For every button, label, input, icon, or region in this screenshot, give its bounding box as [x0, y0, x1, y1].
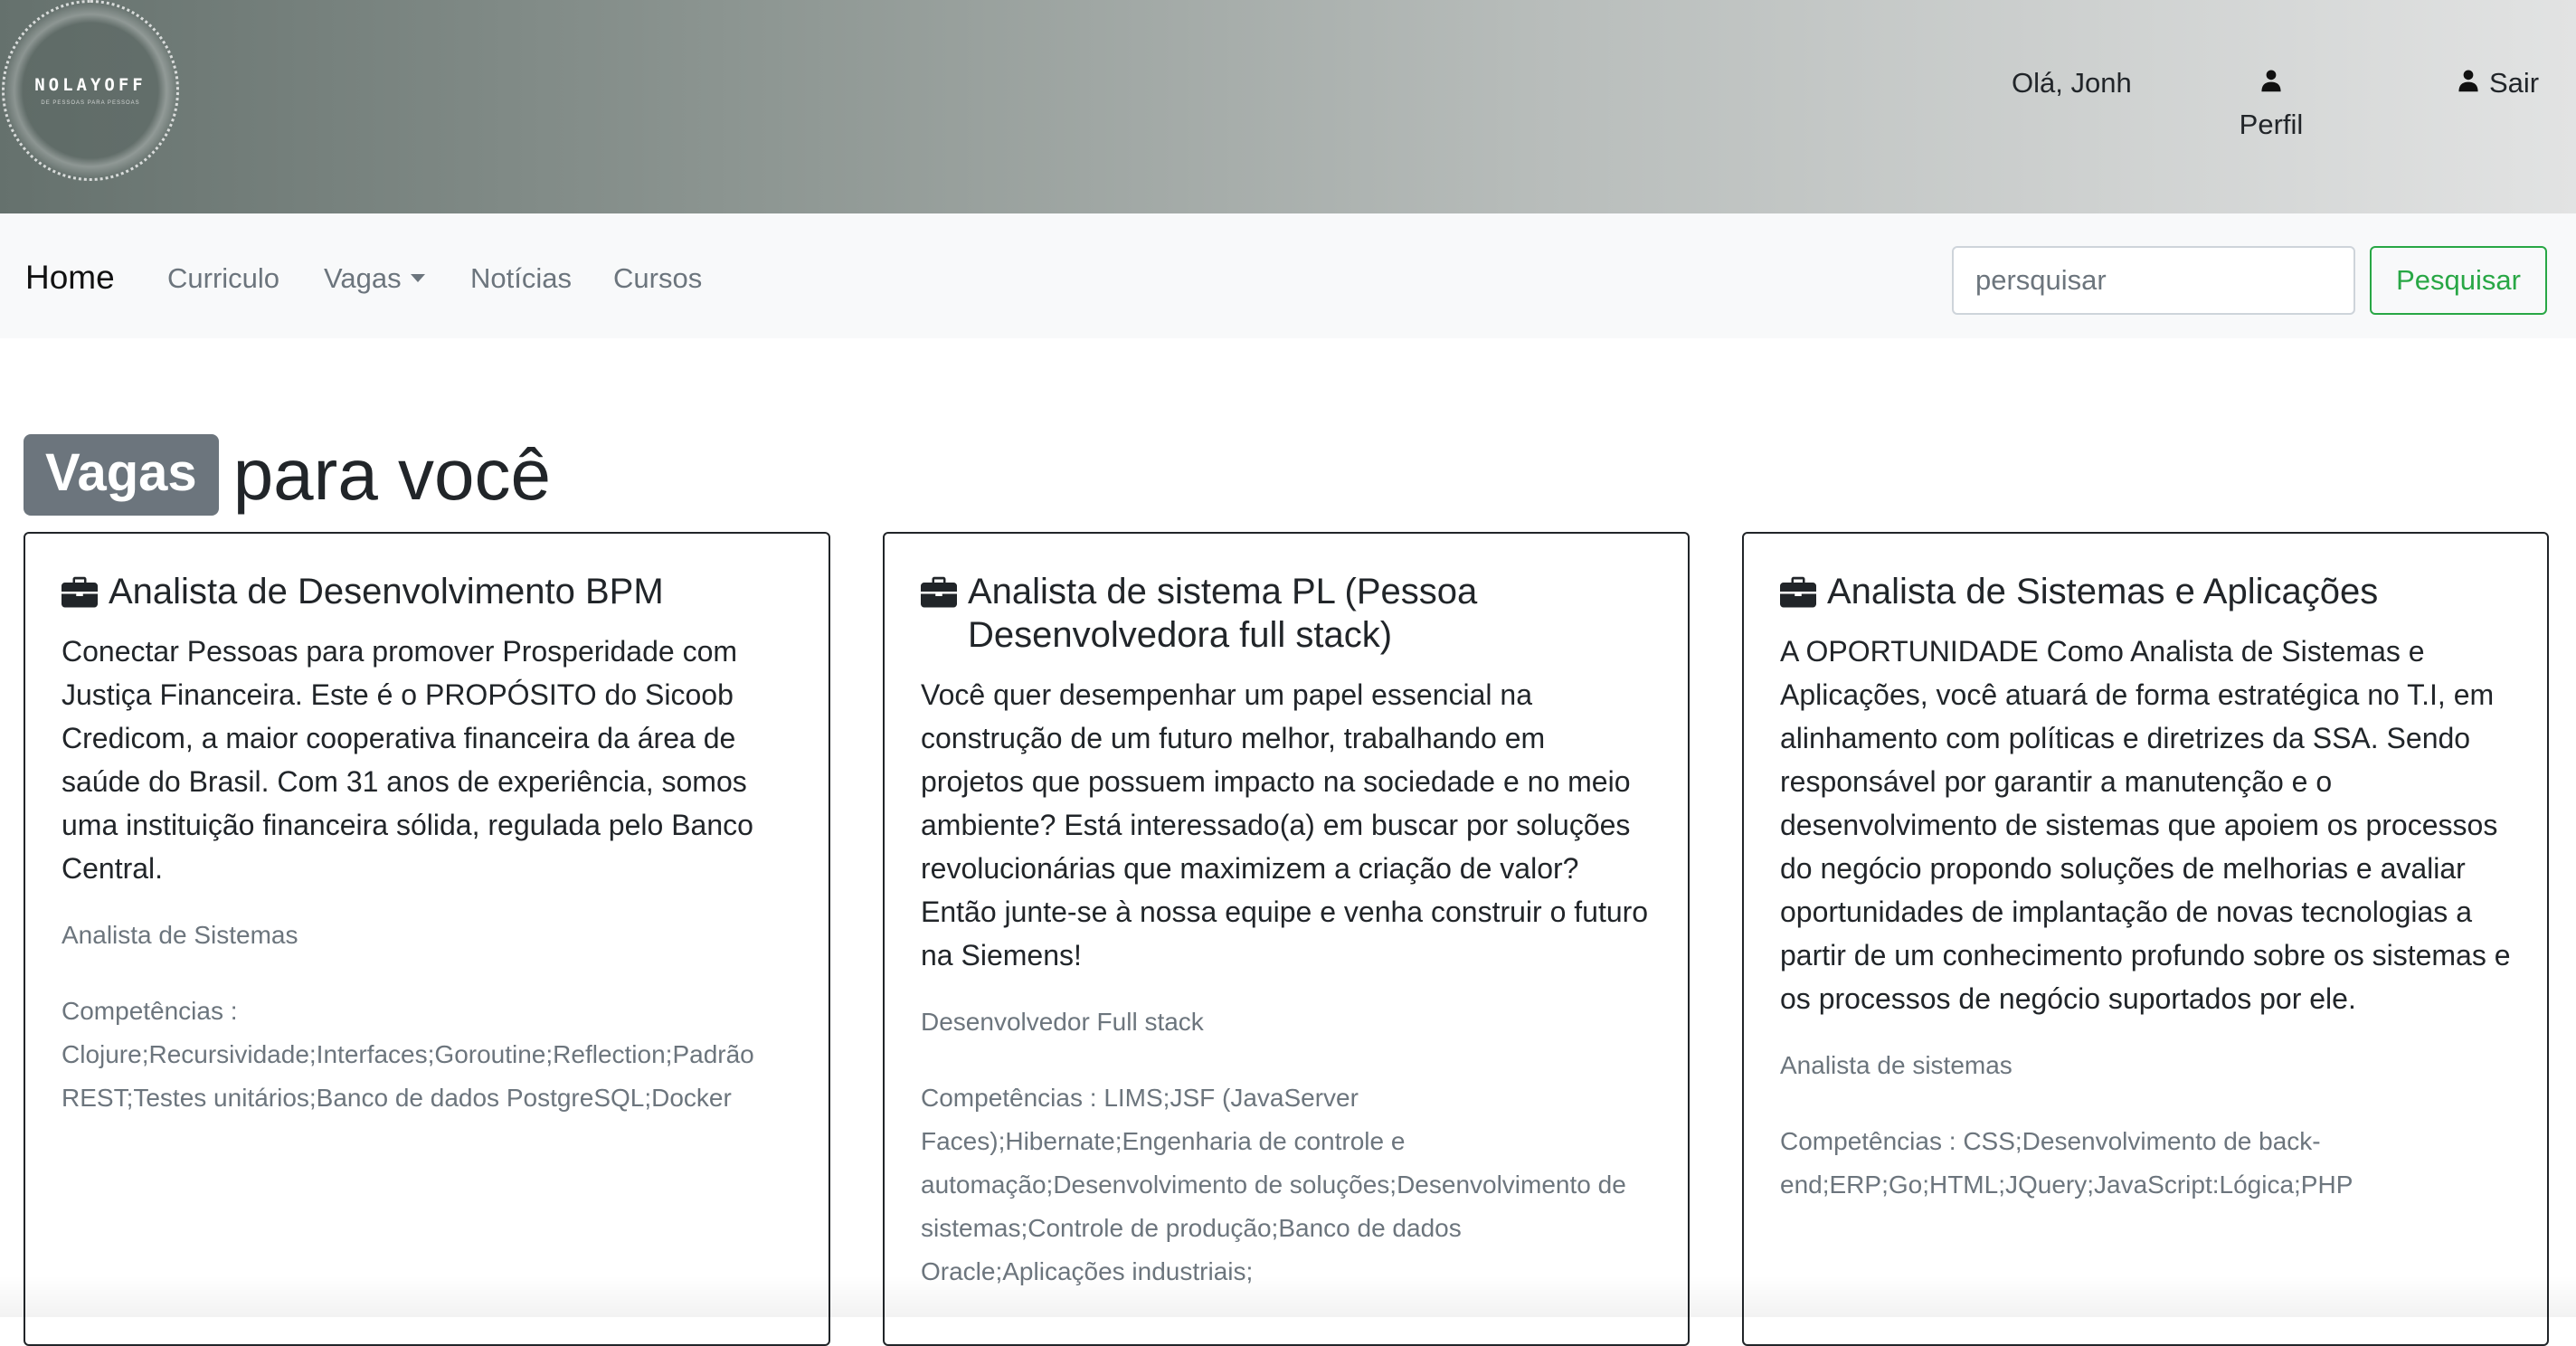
job-category: Desenvolvedor Full stack: [921, 1008, 1204, 1036]
person-icon: [2457, 67, 2480, 100]
vagas-badge: Vagas: [24, 434, 219, 516]
nav-link-cursos[interactable]: Cursos: [613, 262, 702, 295]
user-greeting: Olá, Jonh: [2012, 67, 2132, 99]
top-banner: NOLAYOFF DE PESSOAS PARA PESSOAS Olá, Jo…: [0, 0, 2576, 213]
nav-link-vagas-dropdown[interactable]: Vagas: [324, 262, 425, 295]
job-category: Analista de Sistemas: [62, 921, 298, 949]
nolayoff-logo[interactable]: NOLAYOFF DE PESSOAS PARA PESSOAS: [2, 0, 179, 181]
search-button[interactable]: Pesquisar: [2370, 246, 2547, 315]
nav-link-curriculo[interactable]: Curriculo: [167, 262, 279, 295]
briefcase-icon: [921, 576, 957, 608]
job-card[interactable]: Analista de Sistemas e Aplicações A OPOR…: [1742, 532, 2549, 1346]
caret-down-icon: [410, 274, 425, 282]
logo-text: NOLAYOFF: [34, 75, 147, 95]
nav-link-vagas-label: Vagas: [324, 262, 402, 294]
person-icon: [2221, 67, 2321, 100]
profile-link[interactable]: Perfil: [2221, 67, 2321, 141]
job-card[interactable]: Analista de Desenvolvimento BPM Conectar…: [24, 532, 830, 1346]
job-title[interactable]: Analista de sistema PL (Pessoa Desenvolv…: [968, 570, 1652, 657]
briefcase-icon: [1780, 576, 1816, 608]
main-navbar: Home Curriculo Vagas Notícias Cursos Pes…: [0, 213, 2576, 338]
logout-label: Sair: [2489, 67, 2540, 99]
logout-link[interactable]: Sair: [2457, 67, 2539, 100]
job-title[interactable]: Analista de Sistemas e Aplicações: [1827, 570, 2378, 613]
search-input[interactable]: [1952, 246, 2355, 315]
job-title[interactable]: Analista de Desenvolvimento BPM: [109, 570, 664, 613]
nav-link-noticias[interactable]: Notícias: [470, 262, 572, 295]
briefcase-icon: [62, 576, 98, 608]
profile-label: Perfil: [2239, 109, 2304, 140]
job-description: A OPORTUNIDADE Como Analista de Sistemas…: [1780, 635, 2511, 1015]
page-heading: Vagas para você: [24, 434, 551, 516]
nav-home-link[interactable]: Home: [25, 259, 115, 297]
job-description: Conectar Pessoas para promover Prosperid…: [62, 635, 753, 885]
heading-text: para você: [232, 434, 552, 515]
job-description: Você quer desempenhar um papel essencial…: [921, 678, 1649, 972]
job-card[interactable]: Analista de sistema PL (Pessoa Desenvolv…: [883, 532, 1690, 1346]
job-skills: Competências : Clojure;Recursividade;Int…: [62, 997, 754, 1112]
logo-subtext: DE PESSOAS PARA PESSOAS: [41, 100, 140, 106]
job-category: Analista de sistemas: [1780, 1051, 2012, 1079]
job-skills: Competências : CSS;Desenvolvimento de ba…: [1780, 1127, 2353, 1199]
job-skills: Competências : LIMS;JSF (JavaServer Face…: [921, 1084, 1626, 1285]
